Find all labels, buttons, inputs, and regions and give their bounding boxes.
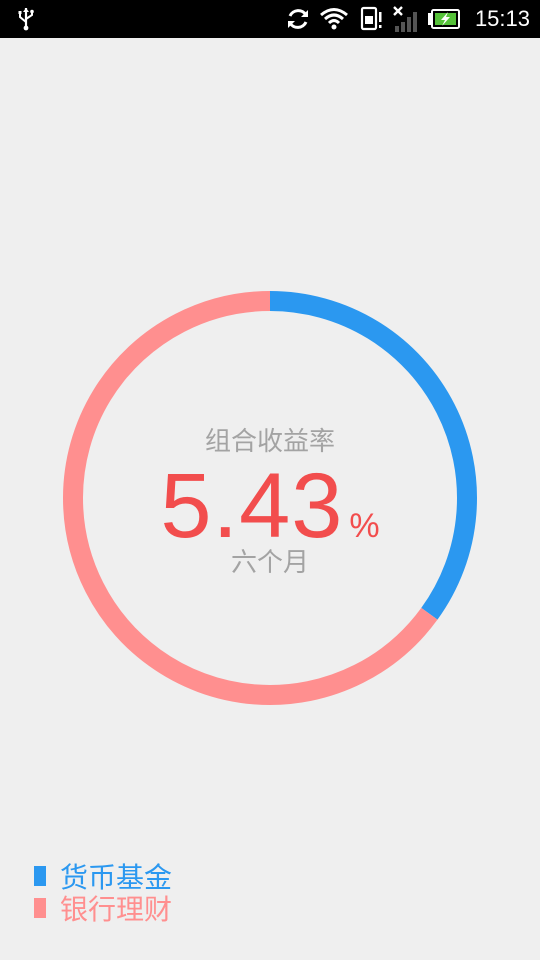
rate-unit: % [349,507,380,545]
sync-icon [284,0,312,38]
wifi-icon [318,0,350,38]
portfolio-rate: 5.43% [0,456,540,556]
signal-icon [390,0,422,38]
portfolio-screen: 组合收益率 5.43% 六个月 货币基金 银行理财 [0,38,540,960]
rate-period: 六个月 [230,548,309,578]
legend-label-bank: 银行理财 [60,893,173,926]
usb-icon [14,0,38,38]
legend-item-bank: 银行理财 [34,892,172,926]
legend-swatch-fund [34,866,46,886]
battery-charging-icon [426,0,462,38]
status-bar: 15:13 [0,0,540,38]
chart-legend: 货币基金 银行理财 [34,860,172,926]
portfolio-rate-title: 组合收益率 [204,427,335,457]
legend-swatch-bank [34,898,46,918]
sim-icon [358,0,384,38]
status-time: 15:13 [474,6,530,31]
